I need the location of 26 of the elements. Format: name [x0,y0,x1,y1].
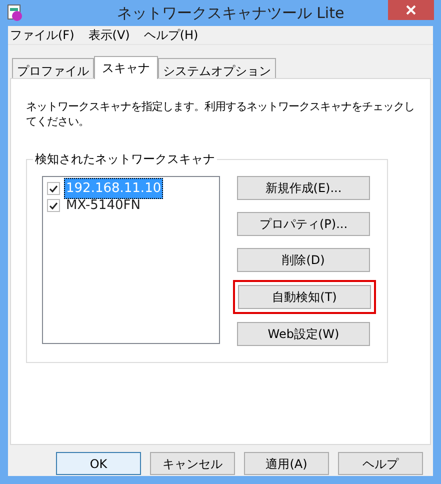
close-icon [406,5,416,15]
tab[interactable]: プロファイル [12,58,94,78]
action-button[interactable]: 自動検知(T) [238,285,371,309]
tab[interactable]: スキャナ [94,56,158,79]
dialog-button[interactable]: キャンセル [150,452,235,475]
action-button[interactable]: プロパティ(P)... [237,212,370,236]
menu-item[interactable]: ヘルプ(H) [144,26,198,44]
dialog-button[interactable]: ヘルプ [338,452,423,475]
action-button[interactable]: 新規作成(E)... [237,176,370,200]
window-title: ネットワークスキャナツール Lite [116,2,344,24]
scanner-name: MX-5140FN [65,196,142,215]
scanner-item[interactable]: MX-5140FN [47,197,215,214]
app-icon [6,4,24,22]
scanner-name: 192.168.11.10 [64,178,164,200]
action-button[interactable]: Web設定(W) [237,322,370,346]
tab[interactable]: システムオプション [158,58,276,78]
description-text: ネットワークスキャナを指定します。利用するネットワークスキャナをチェックしてください。 [26,99,416,129]
group-title: 検知されたネットワークスキャナ [33,151,217,167]
action-button[interactable]: 削除(D) [237,248,370,272]
checkbox[interactable] [47,199,60,212]
checkbox[interactable] [47,182,60,195]
close-button[interactable] [388,0,434,20]
menu-item[interactable]: 表示(V) [88,26,130,44]
dialog-button[interactable]: OK [56,452,141,475]
menu-item[interactable]: ファイル(F) [10,26,74,44]
dialog-button[interactable]: 適用(A) [244,452,329,475]
